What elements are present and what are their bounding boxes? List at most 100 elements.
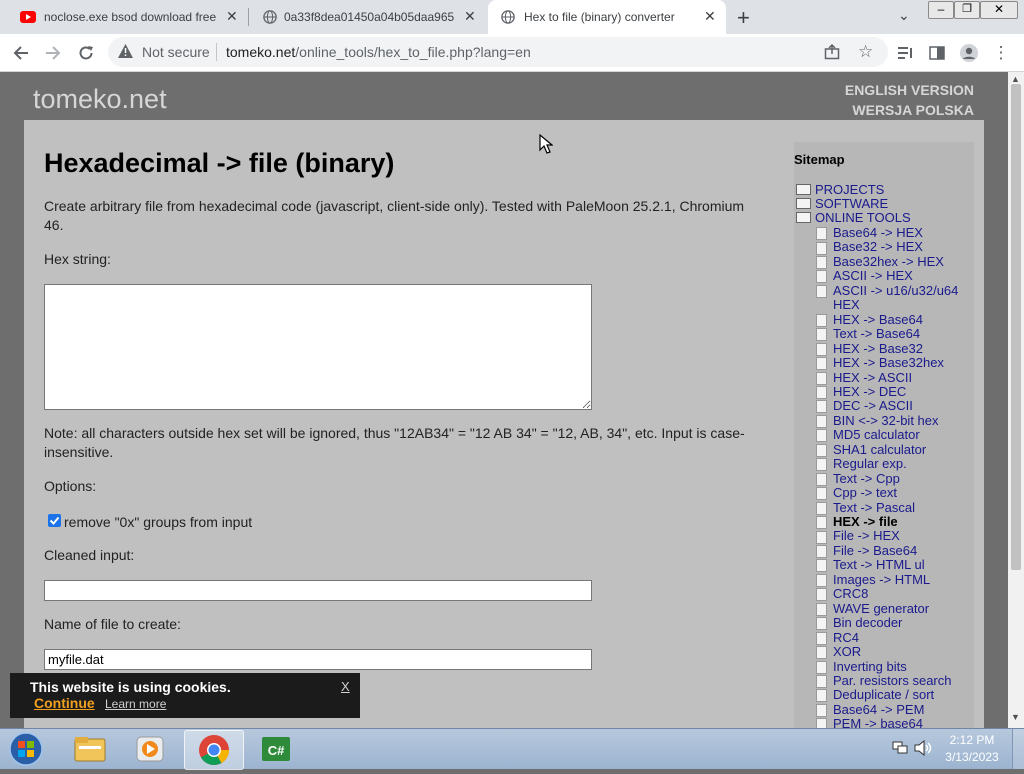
taskbar-csharp-app[interactable]: C# — [252, 731, 300, 767]
scroll-down-icon[interactable]: ▼ — [1011, 712, 1020, 722]
tab-title: 0a33f8dea01450a04b05daa9656 — [284, 10, 454, 24]
sitemap-item[interactable]: HEX -> DEC — [816, 384, 906, 400]
url-path: /online_tools/hex_to_file.php?lang=en — [295, 44, 531, 60]
sitemap-item[interactable]: BIN <-> 32-bit hex — [816, 412, 939, 429]
sitemap-item[interactable]: Text -> HTML ul — [816, 558, 925, 573]
close-window-button[interactable]: ✕ — [980, 1, 1018, 19]
sitemap-item[interactable]: WAVE generator — [816, 601, 929, 617]
close-tab-icon[interactable]: ✕ — [226, 8, 238, 25]
new-tab-button[interactable]: + — [737, 5, 750, 31]
show-desktop-button[interactable] — [1012, 729, 1024, 769]
side-panel-icon[interactable] — [926, 42, 948, 64]
hex-string-textarea[interactable] — [44, 284, 592, 410]
sitemap-item-label: MD5 calculator — [833, 427, 920, 443]
sitemap-item[interactable]: Base32 -> HEX — [816, 240, 923, 255]
sitemap-item[interactable]: HEX -> Base32 — [816, 341, 923, 357]
sitemap-item[interactable]: Deduplicate / sort — [816, 688, 934, 703]
sitemap-item[interactable]: Base64 -> PEM — [816, 702, 924, 718]
url-text[interactable]: tomeko.net/online_tools/hex_to_file.php?… — [226, 44, 531, 60]
reading-list-icon[interactable] — [895, 42, 917, 64]
sitemap-item[interactable]: File -> HEX — [816, 529, 900, 544]
close-tab-icon[interactable]: ✕ — [704, 8, 716, 25]
sitemap-item[interactable]: HEX -> ASCII — [816, 370, 912, 386]
taskbar-chrome[interactable] — [184, 730, 244, 770]
cookie-message: This website is using cookies. — [30, 679, 231, 695]
scroll-up-icon[interactable]: ▲ — [1011, 74, 1020, 84]
restore-button[interactable]: ❐ — [954, 1, 980, 19]
sitemap-item[interactable]: XOR — [816, 644, 861, 660]
filename-input[interactable]: myfile.dat — [44, 649, 592, 670]
sitemap-item[interactable]: Inverting bits — [816, 659, 907, 675]
sitemap-item-label: BIN <-> 32-bit hex — [833, 412, 939, 428]
tab-hex-to-file[interactable]: Hex to file (binary) converter ✕ — [488, 0, 726, 34]
taskbar-date[interactable]: 3/13/2023 — [942, 750, 1002, 764]
tab-strip: noclose.exe bsod download free ✕ 0a33f8d… — [0, 0, 1024, 34]
sitemap-item[interactable]: HEX -> Base64 — [816, 312, 923, 328]
sitemap-online-tools[interactable]: ONLINE TOOLS — [796, 210, 911, 225]
sitemap-item[interactable]: HEX -> Base32hex — [816, 355, 944, 371]
document-icon — [816, 675, 827, 688]
minimize-button[interactable]: – — [928, 1, 954, 19]
sitemap-software[interactable]: SOFTWARE — [796, 196, 888, 211]
close-tab-icon[interactable]: ✕ — [464, 8, 476, 25]
sitemap-item[interactable]: RC4 — [816, 630, 859, 646]
sitemap-item-label: Base32hex -> HEX — [833, 253, 944, 269]
cleaned-input-field[interactable] — [44, 580, 592, 601]
english-version-link[interactable]: ENGLISH VERSION — [845, 82, 974, 98]
sitemap-item[interactable]: Bin decoder — [816, 615, 902, 631]
sitemap-item-label: ASCII -> HEX — [833, 268, 913, 284]
sitemap-item[interactable]: HEX — [833, 298, 860, 313]
sitemap-item[interactable]: Text -> Base64 — [816, 326, 920, 342]
sitemap-item[interactable]: Base64 -> HEX — [816, 225, 923, 241]
sitemap-item[interactable]: Par. resistors search — [816, 673, 952, 689]
scroll-thumb[interactable] — [1011, 84, 1021, 570]
sitemap-item[interactable]: ASCII -> HEX — [816, 269, 913, 284]
sitemap-item[interactable]: SHA1 calculator — [816, 442, 926, 458]
sitemap-item[interactable]: File -> Base64 — [816, 543, 917, 559]
cookie-continue-link[interactable]: Continue — [34, 695, 95, 711]
bookmark-star-icon[interactable]: ☆ — [858, 42, 873, 62]
warning-icon[interactable] — [118, 44, 133, 63]
network-icon[interactable] — [892, 741, 908, 760]
tab-youtube[interactable]: noclose.exe bsod download free ✕ — [8, 0, 246, 34]
sitemap-item[interactable]: MD5 calculator — [816, 428, 920, 443]
filename-label: Name of file to create: — [44, 616, 181, 632]
address-bar[interactable]: Not secure tomeko.net/online_tools/hex_t… — [108, 37, 888, 67]
sitemap-item-label: CRC8 — [833, 586, 869, 602]
taskbar-media-player[interactable] — [126, 731, 174, 767]
page-scrollbar[interactable]: ▲ ▼ — [1008, 72, 1024, 728]
profile-icon[interactable] — [958, 42, 980, 64]
document-icon — [816, 602, 827, 616]
back-icon[interactable] — [10, 42, 32, 64]
start-button[interactable] — [6, 731, 46, 767]
site-logo[interactable]: tomeko.net — [33, 84, 167, 115]
sitemap-item[interactable]: DEC -> ASCII — [816, 399, 913, 414]
sitemap-item[interactable]: Text -> Pascal — [816, 500, 915, 516]
sitemap-item[interactable]: CRC8 — [816, 587, 868, 602]
tab-search-icon[interactable]: ⌄ — [898, 7, 910, 24]
reload-icon[interactable] — [75, 42, 97, 64]
cookie-learn-more-link[interactable]: Learn more — [105, 697, 166, 711]
security-label[interactable]: Not secure — [142, 44, 210, 60]
sitemap-projects[interactable]: PROJECTS — [796, 182, 884, 197]
sitemap-item[interactable]: Images -> HTML — [816, 572, 930, 588]
taskbar-time[interactable]: 2:12 PM — [942, 733, 1002, 747]
taskbar-file-explorer[interactable] — [66, 731, 114, 767]
sitemap-item[interactable]: ASCII -> u16/u32/u64 — [816, 283, 958, 299]
volume-icon[interactable] — [914, 739, 932, 761]
share-icon[interactable] — [824, 43, 840, 65]
forward-icon[interactable] — [42, 42, 64, 64]
sitemap-item[interactable]: PEM -> base64 — [816, 717, 923, 728]
sitemap-item[interactable]: Cpp -> text — [816, 485, 897, 501]
sitemap-item[interactable]: HEX -> file — [816, 514, 898, 530]
polish-version-link[interactable]: WERSJA POLSKA — [852, 102, 974, 118]
sitemap-item[interactable]: Base32hex -> HEX — [816, 253, 944, 270]
tab-hash[interactable]: 0a33f8dea01450a04b05daa9656 ✕ — [250, 0, 486, 34]
menu-kebab-icon[interactable]: ⋮ — [990, 42, 1012, 64]
sitemap-item[interactable]: Regular exp. — [816, 456, 907, 472]
sitemap-item[interactable]: Text -> Cpp — [816, 471, 900, 487]
csharp-icon: C# — [262, 737, 290, 761]
remove-0x-checkbox[interactable] — [48, 514, 61, 527]
cookie-close-button[interactable]: X — [341, 679, 350, 694]
remove-0x-label[interactable]: remove "0x" groups from input — [64, 513, 252, 532]
